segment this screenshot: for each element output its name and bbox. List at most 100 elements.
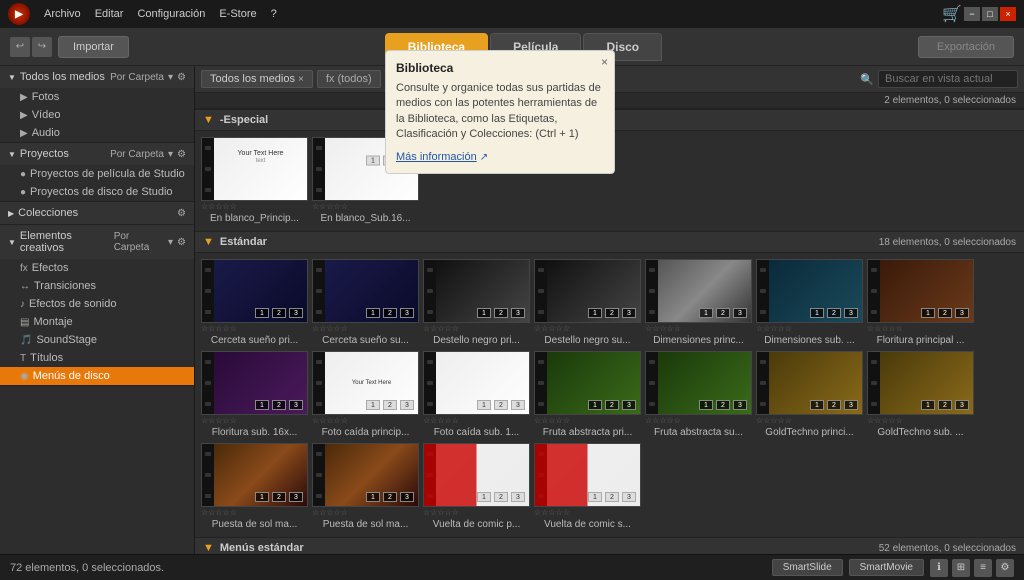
section-menus-estandar: ▼ Menús estándar 52 elementos, 0 selecci… bbox=[195, 537, 1024, 554]
breadcrumb-all-media[interactable]: Todos los medios × bbox=[201, 70, 313, 88]
redo-button[interactable]: ↪ bbox=[32, 37, 52, 57]
efectos-label: Efectos bbox=[32, 262, 69, 274]
sort-proyectos[interactable]: Por Carpeta bbox=[110, 149, 164, 160]
sidebar-item-video[interactable]: ▶ Vídeo bbox=[0, 106, 194, 124]
sidebar-item-titulos[interactable]: T Títulos bbox=[0, 349, 194, 367]
list-item[interactable]: 123 ☆☆☆☆☆ Cerceta sueño su... bbox=[312, 259, 419, 347]
list-view-icon[interactable]: ≡ bbox=[974, 559, 992, 577]
sidebar-header-medios[interactable]: ▼ Todos los medios Por Carpeta ▾ ⚙ bbox=[0, 66, 194, 88]
section-label-menus: Menús estándar bbox=[220, 542, 304, 554]
tooltip-body: Consulte y organice todas sus partidas d… bbox=[396, 81, 604, 143]
menu-help[interactable]: ? bbox=[265, 6, 283, 22]
status-icons: ℹ ⊞ ≡ ⚙ bbox=[930, 559, 1014, 577]
undo-button[interactable]: ↩ bbox=[10, 37, 30, 57]
sidebar-item-disco[interactable]: ● Proyectos de disco de Studio bbox=[0, 183, 194, 201]
menus-label: Menús de disco bbox=[33, 370, 110, 382]
transiciones-icon: ↔ bbox=[20, 281, 30, 292]
sidebar-item-menus[interactable]: ◉ Menús de disco bbox=[0, 367, 194, 385]
sidebar-item-audio[interactable]: ▶ Audio bbox=[0, 124, 194, 142]
list-item[interactable]: 123 ☆☆☆☆☆ Vuelta de comic s... bbox=[534, 443, 641, 531]
list-item[interactable]: 123 ☆☆☆☆☆ GoldTechno sub. ... bbox=[867, 351, 974, 439]
sidebar-item-efectos-sonido[interactable]: ♪ Efectos de sonido bbox=[0, 295, 194, 313]
item-label: Cerceta sueño su... bbox=[312, 334, 419, 347]
list-item[interactable]: Your Text Here 123 ☆☆☆☆☆ Foto caída prin… bbox=[312, 351, 419, 439]
menus-icon: ◉ bbox=[20, 371, 29, 382]
menu-estore[interactable]: E-Store bbox=[213, 6, 262, 22]
add-medios-icon[interactable]: ⚙ bbox=[177, 72, 186, 83]
add-colecciones-icon[interactable]: ⚙ bbox=[177, 208, 186, 219]
list-item[interactable]: 123 ☆☆☆☆☆ Destello negro pri... bbox=[423, 259, 530, 347]
sidebar-label-colecciones: Colecciones bbox=[18, 207, 78, 219]
cart-icon[interactable]: 🛒 bbox=[942, 4, 962, 24]
status-right: SmartSlide SmartMovie ℹ ⊞ ≡ ⚙ bbox=[772, 559, 1014, 577]
settings-icon[interactable]: ⚙ bbox=[996, 559, 1014, 577]
list-item[interactable]: 123 ☆☆☆☆☆ GoldTechno princi... bbox=[756, 351, 863, 439]
list-item[interactable]: 123 ☆☆☆☆☆ Fruta abstracta pri... bbox=[534, 351, 641, 439]
close-button[interactable]: × bbox=[1000, 7, 1016, 21]
sort-creativos[interactable]: Por Carpeta bbox=[114, 231, 164, 253]
sidebar-header-creativos[interactable]: ▼ Elementos creativos Por Carpeta ▾ ⚙ bbox=[0, 225, 194, 259]
grid-icon[interactable]: ⊞ bbox=[952, 559, 970, 577]
info-icon[interactable]: ℹ bbox=[930, 559, 948, 577]
list-item[interactable]: 123 ☆☆☆☆☆ Dimensiones princ... bbox=[645, 259, 752, 347]
add-creativos-icon[interactable]: ⚙ bbox=[177, 237, 186, 248]
filter-box[interactable]: fx (todos) bbox=[317, 70, 381, 88]
sidebar-section-proyectos: ▼ Proyectos Por Carpeta ▾ ⚙ ● Proyectos … bbox=[0, 143, 194, 202]
breadcrumb-label: Todos los medios bbox=[210, 73, 295, 85]
breadcrumb-close-icon[interactable]: × bbox=[298, 74, 304, 85]
efectos-icon: fx bbox=[20, 263, 28, 274]
stars: ☆☆☆☆☆ bbox=[867, 415, 974, 426]
tooltip-popup: × Biblioteca Consulte y organice todas s… bbox=[385, 50, 615, 174]
sidebar-item-efectos[interactable]: fx Efectos bbox=[0, 259, 194, 277]
thumb: 123 bbox=[201, 351, 308, 415]
list-item[interactable]: 123 ☆☆☆☆☆ Destello negro su... bbox=[534, 259, 641, 347]
maximize-button[interactable]: □ bbox=[982, 7, 998, 21]
sidebar-item-fotos[interactable]: ▶ Fotos bbox=[0, 88, 194, 106]
item-label: Vuelta de comic p... bbox=[423, 518, 530, 531]
sonido-label: Efectos de sonido bbox=[29, 298, 116, 310]
stars: ☆☆☆☆☆ bbox=[867, 323, 974, 334]
list-item[interactable]: 123 ☆☆☆☆☆ Dimensiones sub. ... bbox=[756, 259, 863, 347]
arrow-colecciones: ▶ bbox=[8, 209, 14, 218]
list-item[interactable]: 123 ☆☆☆☆☆ Fruta abstracta su... bbox=[645, 351, 752, 439]
stars: ☆☆☆☆☆ bbox=[201, 507, 308, 518]
list-item[interactable]: 123 ☆☆☆☆☆ Puesta de sol ma... bbox=[312, 443, 419, 531]
stars: ☆☆☆☆☆ bbox=[423, 323, 530, 334]
sidebar-header-colecciones[interactable]: ▶ Colecciones ⚙ bbox=[0, 202, 194, 224]
thumb: 123 bbox=[423, 259, 530, 323]
minimize-button[interactable]: − bbox=[964, 7, 980, 21]
list-item[interactable]: 123 ☆☆☆☆☆ Floritura sub. 16x... bbox=[201, 351, 308, 439]
thumb: 123 bbox=[534, 443, 641, 507]
section-count-estandar: 18 elementos, 0 seleccionados bbox=[879, 237, 1016, 248]
thumb: Your Text Heretext bbox=[201, 137, 308, 201]
sidebar-header-proyectos[interactable]: ▼ Proyectos Por Carpeta ▾ ⚙ bbox=[0, 143, 194, 165]
menu-archivo[interactable]: Archivo bbox=[38, 6, 87, 22]
list-item[interactable]: 123 ☆☆☆☆☆ Floritura principal ... bbox=[867, 259, 974, 347]
sort-medios[interactable]: Por Carpeta bbox=[110, 72, 164, 83]
thumb: 123 bbox=[756, 259, 863, 323]
export-button[interactable]: Exportación bbox=[918, 36, 1014, 58]
sidebar-item-transiciones[interactable]: ↔ Transiciones bbox=[0, 277, 194, 295]
list-item[interactable]: 123 ☆☆☆☆☆ Foto caída sub. 1... bbox=[423, 351, 530, 439]
section-label-estandar: Estándar bbox=[220, 236, 267, 248]
sidebar-item-montaje[interactable]: ▤ Montaje bbox=[0, 313, 194, 331]
smart-slide-button[interactable]: SmartSlide bbox=[772, 559, 843, 576]
content-scroll[interactable]: ▼ -Especial Your Text Heretext ☆☆☆☆☆ En … bbox=[195, 109, 1024, 554]
fotos-label: Fotos bbox=[32, 91, 60, 103]
list-item[interactable]: Your Text Heretext ☆☆☆☆☆ En blanco_Princ… bbox=[201, 137, 308, 225]
menu-editar[interactable]: Editar bbox=[89, 6, 130, 22]
sidebar-item-pelicula[interactable]: ● Proyectos de película de Studio bbox=[0, 165, 194, 183]
smart-movie-button[interactable]: SmartMovie bbox=[849, 559, 924, 576]
list-item[interactable]: 123 ☆☆☆☆☆ Vuelta de comic p... bbox=[423, 443, 530, 531]
import-button[interactable]: Importar bbox=[58, 36, 129, 58]
search-input[interactable] bbox=[878, 70, 1018, 88]
add-proyectos-icon[interactable]: ⚙ bbox=[177, 149, 186, 160]
list-item[interactable]: 123 ☆☆☆☆☆ Puesta de sol ma... bbox=[201, 443, 308, 531]
sidebar-item-soundstage[interactable]: 🎵 SoundStage bbox=[0, 331, 194, 349]
stars: ☆☆☆☆☆ bbox=[534, 507, 641, 518]
menu-configuracion[interactable]: Configuración bbox=[131, 6, 211, 22]
tooltip-more-link[interactable]: Más información bbox=[396, 151, 477, 163]
tooltip-close-button[interactable]: × bbox=[601, 55, 608, 69]
list-item[interactable]: 123 ☆☆☆☆☆ Cerceta sueño pri... bbox=[201, 259, 308, 347]
section-label-especial: -Especial bbox=[220, 114, 268, 126]
